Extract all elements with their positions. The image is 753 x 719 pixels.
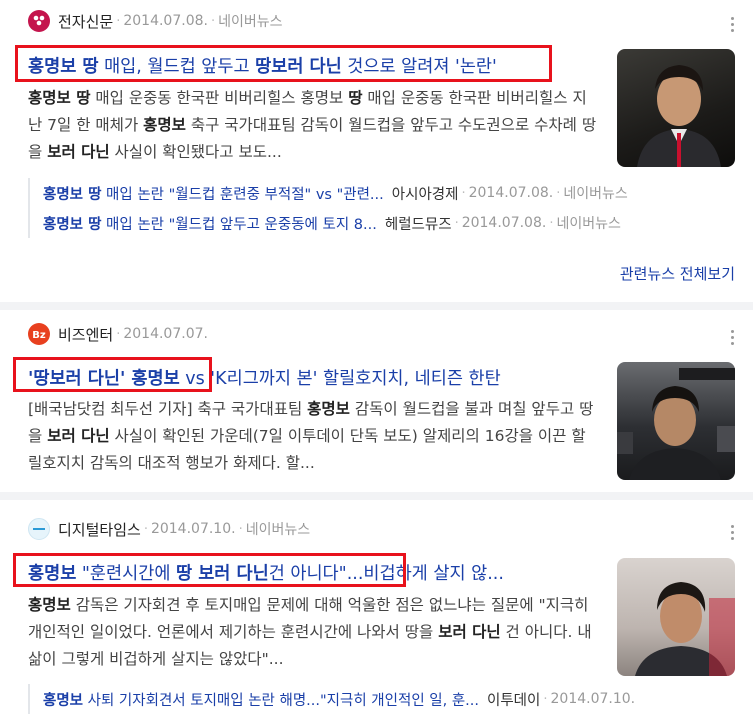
divider xyxy=(0,302,753,310)
bizenter-logo-icon: Bz xyxy=(28,323,50,345)
result-3-source[interactable]: 디지털타임스 · 2014.07.10. · 네이버뉴스 xyxy=(28,517,310,541)
divider xyxy=(0,492,753,500)
naver-news-link[interactable]: 네이버뉴스 xyxy=(246,519,310,539)
result-2-description[interactable]: [배국남닷컴 최두선 기자] 축구 국가대표팀 홍명보 감독이 월드컵을 불과 … xyxy=(28,396,598,477)
date: 2014.07.10. xyxy=(150,521,236,537)
highlight-box xyxy=(15,45,552,82)
result-3-thumbnail[interactable] xyxy=(617,558,735,676)
source-name[interactable]: 비즈엔터 xyxy=(58,324,113,345)
highlight-box xyxy=(13,553,406,587)
more-options-icon[interactable] xyxy=(731,327,737,348)
result-3-description[interactable]: 홍명보 감독은 기자회견 후 토지매입 문제에 대해 억울한 점은 없느냐는 질… xyxy=(28,592,598,673)
source-name[interactable]: 전자신문 xyxy=(58,11,113,32)
related-news-item[interactable]: 홍명보 땅 매입 논란 "월드컵 앞두고 운중동에 토지 8... 헤럴드뮤즈 … xyxy=(30,208,736,238)
result-1-related-news: 홍명보 땅 매입 논란 "월드컵 훈련중 부적절" vs "관련... 아시아경… xyxy=(28,178,736,238)
etnews-logo-icon xyxy=(28,10,50,32)
related-news-item[interactable]: 홍명보 땅 매입 논란 "월드컵 훈련중 부적절" vs "관련... 아시아경… xyxy=(30,178,736,208)
result-2-source[interactable]: Bz 비즈엔터 · 2014.07.07. xyxy=(28,322,208,346)
result-2-thumbnail[interactable] xyxy=(617,362,735,480)
svg-text:Bz: Bz xyxy=(32,330,46,341)
result-1-description[interactable]: 홍명보 땅 매입 운중동 한국판 비버리힐스 홍명보 땅 매입 운중동 한국판 … xyxy=(28,85,598,166)
source-name[interactable]: 디지털타임스 xyxy=(58,519,141,540)
date: 2014.07.08. xyxy=(123,13,208,29)
related-news-item[interactable]: 홍명보 사퇴 기자회견서 토지매입 논란 해명..."지극히 개인적인 일, 훈… xyxy=(30,684,736,714)
more-options-icon[interactable] xyxy=(731,522,737,543)
highlight-box xyxy=(13,357,212,392)
result-3-related-news: 홍명보 사퇴 기자회견서 토지매입 논란 해명..."지극히 개인적인 일, 훈… xyxy=(28,684,736,714)
digitaltimes-logo-icon xyxy=(28,518,50,540)
result-1-thumbnail[interactable] xyxy=(617,49,735,167)
more-options-icon[interactable] xyxy=(731,14,737,35)
date: 2014.07.07. xyxy=(123,326,208,342)
result-1-source[interactable]: 전자신문 · 2014.07.08. · 네이버뉴스 xyxy=(28,9,283,33)
related-news-more-link[interactable]: 관련뉴스 전체보기 xyxy=(620,263,735,284)
naver-news-link[interactable]: 네이버뉴스 xyxy=(218,11,282,31)
